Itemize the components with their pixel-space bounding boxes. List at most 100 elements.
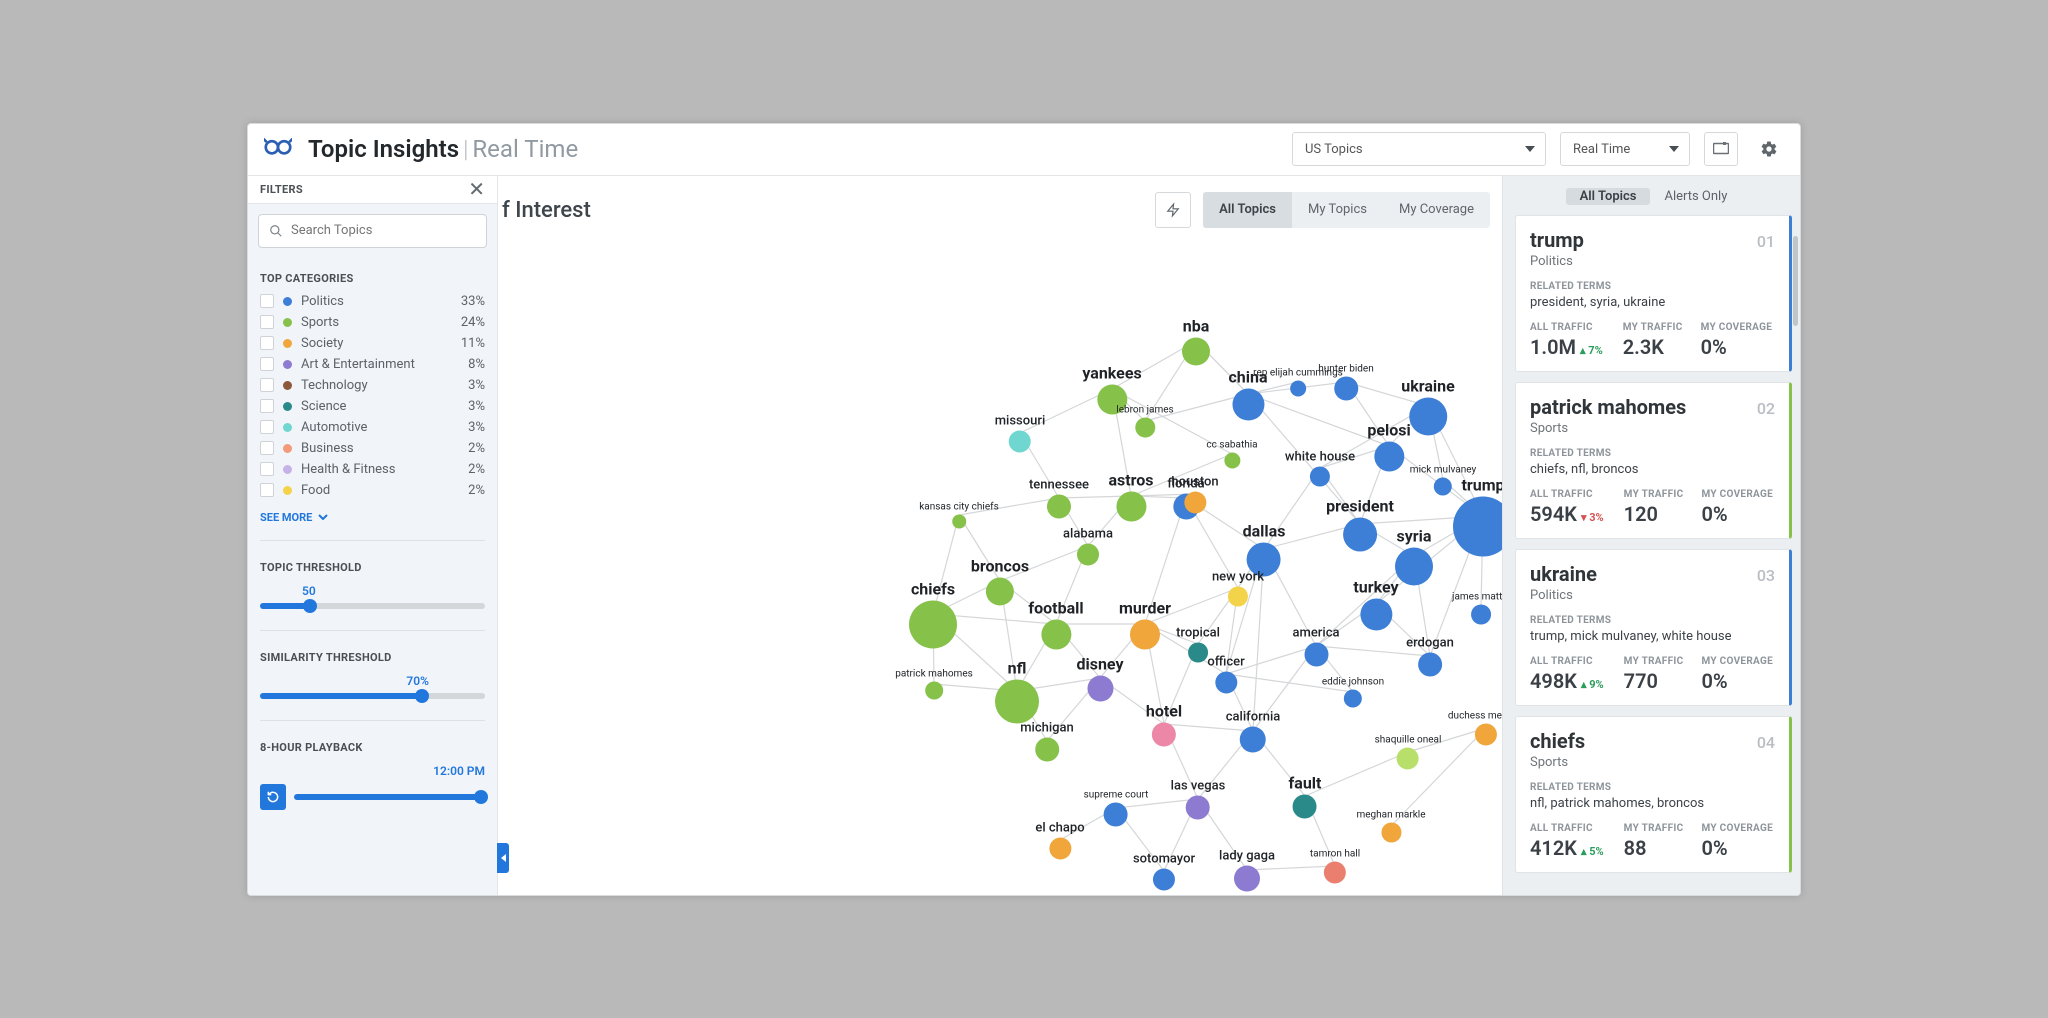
graph-node[interactable]: syria: [1395, 526, 1433, 585]
search-input-wrap[interactable]: [258, 214, 487, 248]
graph-node[interactable]: missouri: [995, 413, 1046, 452]
graph-node[interactable]: nfl: [995, 658, 1039, 723]
graph-node[interactable]: patrick mahomes: [895, 668, 973, 699]
graph-node[interactable]: astros: [1108, 470, 1153, 521]
gear-icon[interactable]: [1752, 132, 1786, 166]
graph-node[interactable]: lady gaga: [1219, 848, 1275, 891]
category-pct: 3%: [468, 420, 485, 435]
screen-icon[interactable]: [1704, 132, 1738, 166]
checkbox[interactable]: [260, 294, 274, 308]
graph-node[interactable]: alabama: [1063, 526, 1113, 565]
graph-node[interactable]: michigan: [1020, 720, 1074, 761]
all-traffic-value: 1.0M▴ 7%: [1530, 335, 1603, 359]
graph-node[interactable]: tropical: [1176, 625, 1220, 662]
tab-my-coverage[interactable]: My Coverage: [1383, 192, 1490, 228]
category-row[interactable]: Art & Entertainment8%: [248, 354, 497, 375]
checkbox[interactable]: [260, 483, 274, 497]
graph-node[interactable]: erdogan: [1406, 635, 1454, 676]
node-circle: [1293, 794, 1317, 818]
graph-node[interactable]: rep elijah cummings: [1253, 367, 1343, 396]
graph-node[interactable]: turkey: [1353, 577, 1398, 630]
checkbox[interactable]: [260, 420, 274, 434]
graph-node[interactable]: supreme court: [1084, 789, 1149, 826]
see-more-button[interactable]: SEE MORE: [248, 501, 497, 534]
graph-node[interactable]: nba: [1182, 316, 1210, 365]
topic-card[interactable]: ukraine03 Politics RELATED TERMS trump, …: [1515, 549, 1792, 706]
topic-scope-select[interactable]: US Topics: [1292, 132, 1546, 166]
category-row[interactable]: Science3%: [248, 396, 497, 417]
category-name: Politics: [301, 294, 344, 309]
scrollbar[interactable]: [1793, 236, 1798, 883]
graph-node[interactable]: meghan markle: [1356, 809, 1425, 842]
checkbox[interactable]: [260, 462, 274, 476]
checkbox[interactable]: [260, 378, 274, 392]
graph-node[interactable]: america: [1293, 625, 1340, 666]
category-row[interactable]: Sports24%: [248, 312, 497, 333]
graph-node[interactable]: tamron hall: [1310, 848, 1360, 883]
graph-node[interactable]: fault: [1289, 773, 1322, 818]
graph-node[interactable]: football: [1028, 598, 1083, 649]
checkbox[interactable]: [260, 336, 274, 350]
graph-node[interactable]: sotomayor: [1133, 851, 1195, 890]
graph-node[interactable]: broncos: [971, 556, 1029, 605]
side-tab-all-topics[interactable]: All Topics: [1566, 188, 1651, 205]
top-categories-label: TOP CATEGORIES: [248, 258, 497, 291]
graph-node[interactable]: chiefs: [909, 579, 957, 648]
side-tab-alerts-only[interactable]: Alerts Only: [1650, 188, 1741, 205]
related-terms-label: RELATED TERMS: [1530, 448, 1775, 459]
close-icon[interactable]: ✕: [468, 179, 485, 199]
playback-slider[interactable]: [294, 791, 485, 803]
graph-node[interactable]: disney: [1076, 654, 1123, 701]
graph-node[interactable]: las vegas: [1171, 778, 1226, 819]
graph-node[interactable]: california: [1226, 709, 1281, 752]
topic-threshold-label: TOPIC THRESHOLD: [248, 547, 497, 580]
category-row[interactable]: Automotive3%: [248, 417, 497, 438]
topic-graph[interactable]: trumppresidentukrainesyriapelosichinatur…: [498, 236, 1502, 895]
card-title: trump: [1530, 228, 1584, 252]
topic-card[interactable]: trump01 Politics RELATED TERMS president…: [1515, 215, 1792, 372]
graph-node[interactable]: white house: [1285, 449, 1355, 486]
mode-select[interactable]: Real Time: [1560, 132, 1690, 166]
graph-node[interactable]: eddie johnson: [1322, 676, 1384, 707]
node-circle: [1041, 619, 1071, 649]
node-circle: [925, 681, 943, 699]
graph-node[interactable]: cc sabathia: [1206, 439, 1257, 468]
topic-threshold-value: 50: [260, 584, 485, 598]
graph-node[interactable]: dallas: [1243, 521, 1286, 576]
category-row[interactable]: Food2%: [248, 480, 497, 501]
node-label: mick mulvaney: [1410, 464, 1476, 475]
topic-card[interactable]: patrick mahomes02 Sports RELATED TERMS c…: [1515, 382, 1792, 539]
card-category: Sports: [1530, 421, 1775, 436]
category-row[interactable]: Technology3%: [248, 375, 497, 396]
category-row[interactable]: Politics33%: [248, 291, 497, 312]
playback-rewind-button[interactable]: [260, 784, 286, 810]
graph-node[interactable]: new york: [1212, 569, 1264, 606]
graph-node[interactable]: kansas city chiefs: [919, 501, 999, 528]
tab-all-topics[interactable]: All Topics: [1203, 192, 1292, 228]
bolt-icon[interactable]: [1155, 192, 1191, 228]
graph-node[interactable]: mick mulvaney: [1410, 464, 1476, 495]
topic-threshold-slider[interactable]: [260, 600, 485, 612]
search-input[interactable]: [291, 223, 476, 238]
category-row[interactable]: Health & Fitness2%: [248, 459, 497, 480]
graph-node[interactable]: president: [1326, 496, 1394, 551]
graph-node[interactable]: murder: [1119, 598, 1171, 649]
tab-my-topics[interactable]: My Topics: [1292, 192, 1383, 228]
graph-node[interactable]: el chapo: [1035, 820, 1084, 859]
similarity-threshold-slider[interactable]: [260, 690, 485, 702]
checkbox[interactable]: [260, 315, 274, 329]
graph-node[interactable]: shaquille oneal: [1375, 734, 1442, 769]
checkbox[interactable]: [260, 399, 274, 413]
checkbox[interactable]: [260, 357, 274, 371]
node-label: missouri: [995, 413, 1046, 428]
graph-node[interactable]: houston: [1171, 474, 1218, 513]
category-row[interactable]: Society11%: [248, 333, 497, 354]
checkbox[interactable]: [260, 441, 274, 455]
graph-node[interactable]: pelosi: [1367, 420, 1410, 471]
graph-node[interactable]: hotel: [1146, 701, 1182, 746]
node-circle: [1471, 604, 1491, 624]
topic-card[interactable]: chiefs04 Sports RELATED TERMS nfl, patri…: [1515, 716, 1792, 873]
graph-node[interactable]: lebron james: [1116, 404, 1173, 437]
graph-node[interactable]: tennessee: [1029, 477, 1089, 518]
category-row[interactable]: Business2%: [248, 438, 497, 459]
